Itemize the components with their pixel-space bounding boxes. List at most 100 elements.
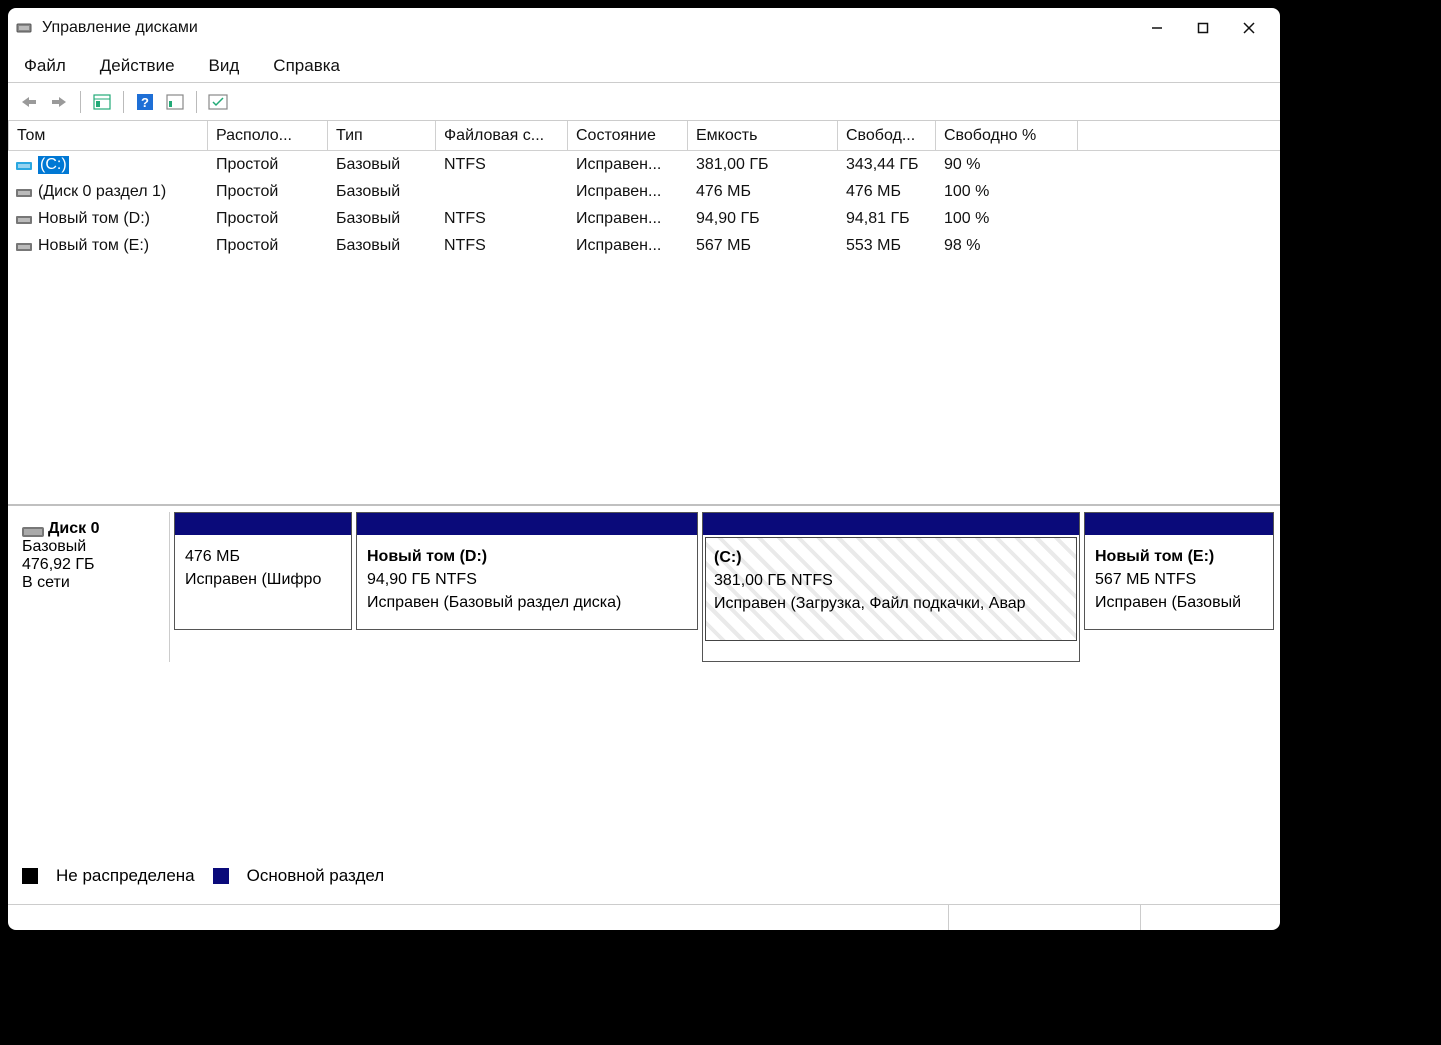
volume-capacity: 381,00 ГБ — [688, 151, 838, 178]
forward-button[interactable] — [46, 89, 72, 115]
disk-map: Диск 0 Базовый 476,92 ГБ В сети 476 МБИс… — [8, 506, 1280, 666]
partition-colorbar — [703, 513, 1079, 535]
partition-status: Исправен (Базовый — [1095, 591, 1263, 614]
disk-type: Базовый — [22, 538, 159, 556]
partition-colorbar — [175, 513, 351, 535]
volume-layout: Простой — [208, 232, 328, 259]
partition-colorbar — [357, 513, 697, 535]
volume-row[interactable]: (C:)ПростойБазовыйNTFSИсправен...381,00 … — [8, 151, 1280, 178]
partition-status: Исправен (Базовый раздел диска) — [367, 591, 687, 614]
menu-view[interactable]: Вид — [205, 54, 244, 78]
volume-fs: NTFS — [436, 232, 568, 259]
window-title: Управление дисками — [42, 19, 198, 37]
statusbar — [8, 904, 1280, 930]
disk-management-window: Управление дисками Файл Действие Вид Спр… — [8, 8, 1280, 930]
volume-status: Исправен... — [568, 178, 688, 205]
back-button[interactable] — [16, 89, 42, 115]
partition[interactable]: Новый том (D:)94,90 ГБ NTFSИсправен (Баз… — [356, 512, 698, 630]
disk-header[interactable]: Диск 0 Базовый 476,92 ГБ В сети — [12, 512, 170, 662]
volume-icon — [16, 213, 32, 225]
volume-free: 476 МБ — [838, 178, 936, 205]
volume-free: 553 МБ — [838, 232, 936, 259]
menu-file[interactable]: Файл — [20, 54, 70, 78]
partition-name: Новый том (D:) — [367, 545, 687, 568]
partition-name: (C:) — [714, 546, 1068, 569]
volume-row[interactable]: (Диск 0 раздел 1) ПростойБазовый Исправен.… — [8, 178, 1280, 205]
partition-size: 476 МБ — [185, 545, 341, 568]
toolbar-disk-icon[interactable] — [162, 89, 188, 115]
legend-primary: Основной раздел — [247, 866, 385, 886]
volume-capacity: 567 МБ — [688, 232, 838, 259]
volume-type: Базовый — [328, 232, 436, 259]
volume-type: Базовый — [328, 151, 436, 178]
volume-icon — [16, 186, 32, 198]
col-free[interactable]: Свобод... — [838, 121, 936, 150]
help-icon[interactable]: ? — [132, 89, 158, 115]
volume-row[interactable]: Новый том (E:) ПростойБазовыйNTFSИсправен… — [8, 232, 1280, 259]
menubar: Файл Действие Вид Справка — [8, 48, 1280, 82]
volume-status: Исправен... — [568, 205, 688, 232]
volume-fs: NTFS — [436, 205, 568, 232]
legend-swatch-unallocated — [22, 868, 38, 884]
volume-fs — [436, 178, 568, 205]
partition-size: 381,00 ГБ NTFS — [714, 569, 1068, 592]
menu-help[interactable]: Справка — [269, 54, 344, 78]
col-type[interactable]: Тип — [328, 121, 436, 150]
volume-type: Базовый — [328, 205, 436, 232]
volume-capacity: 476 МБ — [688, 178, 838, 205]
disk-state: В сети — [22, 574, 159, 592]
col-capacity[interactable]: Емкость — [688, 121, 838, 150]
volume-list-header: Том Располо... Тип Файловая с... Состоян… — [8, 121, 1280, 151]
col-status[interactable]: Состояние — [568, 121, 688, 150]
legend-swatch-primary — [213, 868, 229, 884]
partition-status: Исправен (Загрузка, Файл подкачки, Авар — [714, 592, 1068, 615]
partition[interactable]: (C:)381,00 ГБ NTFSИсправен (Загрузка, Фа… — [702, 512, 1080, 662]
col-filesystem[interactable]: Файловая с... — [436, 121, 568, 150]
volume-status: Исправен... — [568, 232, 688, 259]
disk-size: 476,92 ГБ — [22, 556, 159, 574]
volume-name: Новый том (D:) — [38, 210, 150, 228]
volume-freepct: 90 % — [936, 151, 1078, 178]
volume-status: Исправен... — [568, 151, 688, 178]
disk-name: Диск 0 — [48, 520, 99, 537]
col-layout[interactable]: Располо... — [208, 121, 328, 150]
app-icon — [16, 20, 32, 36]
toolbar: ? — [8, 83, 1280, 121]
col-volume[interactable]: Том — [8, 121, 208, 150]
volume-fs: NTFS — [436, 151, 568, 178]
volume-freepct: 100 % — [936, 178, 1078, 205]
maximize-button[interactable] — [1180, 12, 1226, 44]
volume-row[interactable]: Новый том (D:) ПростойБазовыйNTFSИсправен… — [8, 205, 1280, 232]
volume-name: (Диск 0 раздел 1) — [38, 183, 166, 201]
volume-layout: Простой — [208, 178, 328, 205]
partition-status: Исправен (Шифро — [185, 568, 341, 591]
volume-layout: Простой — [208, 151, 328, 178]
volume-freepct: 100 % — [936, 205, 1078, 232]
volume-free: 94,81 ГБ — [838, 205, 936, 232]
partition[interactable]: 476 МБИсправен (Шифро — [174, 512, 352, 630]
partition-size: 567 МБ NTFS — [1095, 568, 1263, 591]
partition-size: 94,90 ГБ NTFS — [367, 568, 687, 591]
volume-icon — [16, 159, 32, 171]
menu-action[interactable]: Действие — [96, 54, 179, 78]
toolbar-list-icon[interactable] — [89, 89, 115, 115]
volume-free: 343,44 ГБ — [838, 151, 936, 178]
toolbar-check-icon[interactable] — [205, 89, 231, 115]
volume-layout: Простой — [208, 205, 328, 232]
col-freepct[interactable]: Свободно % — [936, 121, 1078, 150]
minimize-button[interactable] — [1134, 12, 1180, 44]
close-button[interactable] — [1226, 12, 1272, 44]
volume-type: Базовый — [328, 178, 436, 205]
volume-icon — [16, 240, 32, 252]
volume-capacity: 94,90 ГБ — [688, 205, 838, 232]
partition-colorbar — [1085, 513, 1273, 535]
volume-freepct: 98 % — [936, 232, 1078, 259]
legend-unallocated: Не распределена — [56, 866, 195, 886]
legend: Не распределена Основной раздел — [22, 866, 384, 886]
disk-icon — [22, 524, 44, 534]
volume-name: Новый том (E:) — [38, 237, 149, 255]
titlebar: Управление дисками — [8, 8, 1280, 48]
volume-list: Том Располо... Тип Файловая с... Состоян… — [8, 121, 1280, 506]
svg-text:?: ? — [141, 95, 149, 110]
partition[interactable]: Новый том (E:)567 МБ NTFSИсправен (Базов… — [1084, 512, 1274, 630]
